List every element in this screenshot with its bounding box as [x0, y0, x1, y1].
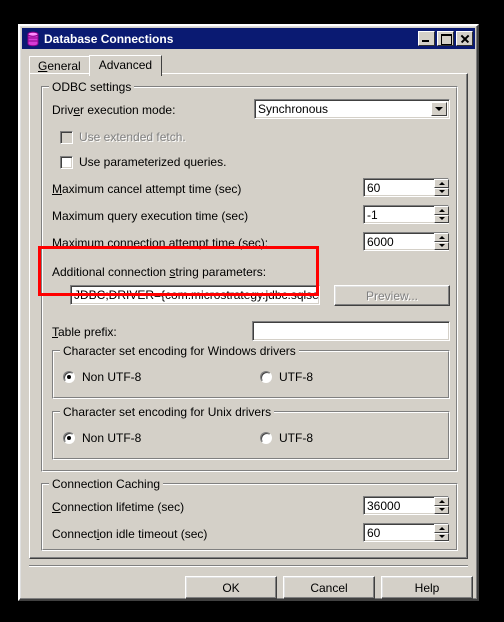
max-cancel-attempt-label: Maximum cancel attempt time (sec) — [52, 182, 242, 196]
windows-non-utf8-label: Non UTF-8 — [82, 370, 142, 384]
unix-encoding-legend: Character set encoding for Unix drivers — [60, 405, 275, 419]
preview-button[interactable]: Preview... — [334, 285, 450, 306]
stepper-up[interactable] — [434, 233, 449, 242]
use-parameterized-queries-checkbox[interactable] — [60, 155, 73, 169]
stepper-down[interactable] — [434, 505, 449, 514]
tab-strip: General Advanced — [29, 54, 477, 76]
connection-idle-timeout-value: 60 — [367, 525, 381, 540]
driver-execution-mode-value: Synchronous — [258, 102, 329, 116]
additional-params-input[interactable]: JDBC;DRIVER={com.microstrategy.jdbc.sqls… — [70, 285, 320, 305]
stepper-down[interactable] — [434, 241, 449, 250]
stepper-up[interactable] — [434, 206, 449, 215]
driver-execution-mode-label: Driver execution mode: — [52, 103, 176, 117]
tab-advanced-label: Advanced — [98, 58, 153, 72]
unix-non-utf8-label: Non UTF-8 — [82, 431, 142, 445]
database-connections-dialog: Database Connections General Advanced OD… — [18, 24, 479, 601]
stepper-up[interactable] — [434, 179, 449, 188]
window-controls — [418, 31, 473, 46]
ok-button-label: OK — [222, 580, 240, 595]
titlebar: Database Connections — [22, 28, 475, 49]
windows-encoding-legend: Character set encoding for Windows drive… — [60, 344, 299, 358]
windows-encoding-group: Character set encoding for Windows drive… — [52, 344, 450, 399]
max-cancel-attempt-value: 60 — [367, 180, 381, 195]
unix-encoding-option-non-utf8[interactable]: Non UTF-8 — [63, 431, 141, 445]
table-prefix-label: Table prefix: — [52, 325, 117, 339]
max-query-execution-label: Maximum query execution time (sec) — [52, 209, 249, 223]
use-extended-fetch-checkbox — [60, 130, 73, 144]
database-icon — [25, 31, 41, 47]
connection-lifetime-value: 36000 — [367, 498, 401, 513]
help-button[interactable]: Help — [381, 576, 473, 599]
minimize-button[interactable] — [418, 31, 435, 46]
max-query-execution-stepper[interactable] — [434, 206, 449, 223]
max-query-execution-value: -1 — [367, 207, 378, 222]
radio-utf8-windows[interactable] — [260, 371, 272, 383]
max-cancel-attempt-stepper[interactable] — [434, 179, 449, 196]
driver-execution-mode-select[interactable]: Synchronous — [254, 99, 450, 119]
additional-params-value: JDBC;DRIVER={com.microstrategy.jdbc.sqls… — [74, 288, 320, 302]
stepper-down[interactable] — [434, 187, 449, 196]
tab-general-label: General — [38, 59, 81, 73]
connection-lifetime-label: Connection lifetime (sec) — [52, 500, 185, 514]
stepper-up[interactable] — [434, 497, 449, 506]
connection-caching-group: Connection Caching Connection lifetime (… — [41, 477, 458, 551]
connection-lifetime-stepper[interactable] — [434, 497, 449, 514]
max-connection-attempt-label: Maximum connection attempt time (sec): — [52, 236, 269, 250]
tab-advanced[interactable]: Advanced — [88, 55, 163, 76]
connection-idle-timeout-stepper[interactable] — [434, 524, 449, 541]
ok-button[interactable]: OK — [185, 576, 277, 599]
use-parameterized-queries-label: Use parameterized queries. — [79, 155, 227, 169]
unix-encoding-group: Character set encoding for Unix drivers … — [52, 405, 450, 460]
odbc-settings-group: ODBC settings Driver execution mode: Syn… — [41, 80, 458, 472]
preview-button-label: Preview... — [365, 288, 419, 303]
tab-general[interactable]: General — [29, 56, 90, 74]
chevron-down-icon[interactable] — [431, 102, 447, 116]
additional-params-label: Additional connection string parameters: — [52, 265, 267, 279]
max-connection-attempt-value: 6000 — [367, 234, 394, 249]
windows-encoding-option-utf8[interactable]: UTF-8 — [260, 370, 313, 384]
maximize-button[interactable] — [437, 31, 454, 46]
stepper-down[interactable] — [434, 532, 449, 541]
cancel-button[interactable]: Cancel — [283, 576, 375, 599]
window-title: Database Connections — [44, 31, 174, 46]
odbc-settings-legend: ODBC settings — [49, 80, 135, 94]
use-parameterized-queries-row[interactable]: Use parameterized queries. — [60, 155, 226, 169]
stepper-up[interactable] — [434, 524, 449, 533]
radio-non-utf8-windows[interactable] — [63, 371, 75, 383]
radio-utf8-unix[interactable] — [260, 432, 272, 444]
connection-idle-timeout-label: Connection idle timeout (sec) — [52, 527, 208, 541]
use-extended-fetch-row[interactable]: Use extended fetch. — [60, 130, 186, 144]
footer-divider — [29, 565, 468, 567]
cancel-button-label: Cancel — [310, 580, 348, 595]
connection-caching-legend: Connection Caching — [49, 477, 164, 491]
help-button-label: Help — [414, 580, 440, 595]
close-icon[interactable] — [456, 31, 473, 46]
windows-encoding-option-non-utf8[interactable]: Non UTF-8 — [63, 370, 141, 384]
windows-utf8-label: UTF-8 — [279, 370, 313, 384]
table-prefix-input[interactable] — [252, 321, 450, 341]
unix-utf8-label: UTF-8 — [279, 431, 313, 445]
max-connection-attempt-stepper[interactable] — [434, 233, 449, 250]
advanced-tab-page: ODBC settings Driver execution mode: Syn… — [29, 73, 468, 559]
radio-non-utf8-unix[interactable] — [63, 432, 75, 444]
stepper-down[interactable] — [434, 214, 449, 223]
use-extended-fetch-label: Use extended fetch. — [79, 130, 186, 144]
unix-encoding-option-utf8[interactable]: UTF-8 — [260, 431, 313, 445]
